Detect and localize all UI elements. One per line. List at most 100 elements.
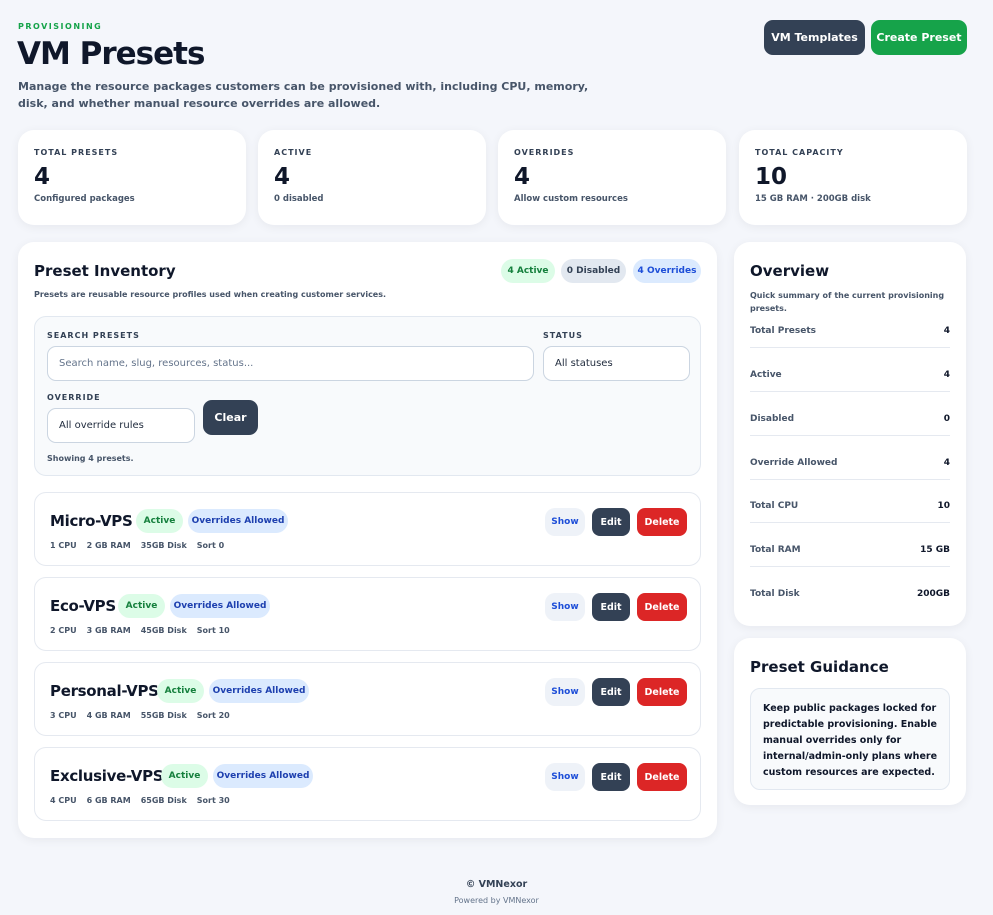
ram-spec: 6 GB RAM bbox=[86, 796, 131, 805]
override-badge: Overrides Allowed bbox=[188, 509, 288, 533]
preset-specs: 2 CPU 3 GB RAM 45GB Disk Sort 10 bbox=[50, 626, 230, 635]
sort-spec: Sort 10 bbox=[196, 626, 230, 635]
sort-spec: Sort 30 bbox=[196, 796, 230, 805]
preset-inventory-panel: Preset Inventory Presets are reusable re… bbox=[18, 242, 717, 838]
status-select[interactable]: All statuses bbox=[543, 346, 690, 381]
edit-button[interactable]: Edit bbox=[592, 593, 630, 621]
stat-value: 4 bbox=[514, 164, 531, 190]
status-badge: Active bbox=[118, 594, 165, 618]
overview-value: 15 GB bbox=[920, 545, 950, 555]
override-badge: Overrides Allowed bbox=[213, 764, 313, 788]
disk-spec: 45GB Disk bbox=[140, 626, 187, 635]
search-input[interactable]: Search name, slug, resources, status... bbox=[47, 346, 534, 381]
inventory-title: Preset Inventory bbox=[34, 262, 176, 280]
stat-sub: Configured packages bbox=[34, 194, 135, 204]
status-badge: Active bbox=[161, 764, 208, 788]
overview-row-total-ram: Total RAM 15 GB bbox=[750, 540, 950, 560]
cpu-spec: 3 CPU bbox=[50, 711, 77, 720]
stat-sub: 15 GB RAM · 200GB disk bbox=[755, 194, 871, 204]
delete-button[interactable]: Delete bbox=[637, 508, 687, 536]
overview-value: 4 bbox=[943, 370, 950, 380]
override-select[interactable]: All override rules bbox=[47, 408, 195, 443]
status-label: STATUS bbox=[543, 331, 583, 340]
overview-key: Total Disk bbox=[750, 589, 800, 599]
delete-button[interactable]: Delete bbox=[637, 763, 687, 791]
disk-spec: 55GB Disk bbox=[140, 711, 187, 720]
show-button[interactable]: Show bbox=[545, 763, 585, 791]
vm-templates-button[interactable]: VM Templates bbox=[764, 20, 865, 55]
cpu-spec: 4 CPU bbox=[50, 796, 77, 805]
stat-label: TOTAL CAPACITY bbox=[755, 148, 844, 157]
page-title: VM Presets bbox=[17, 36, 205, 72]
guidance-box: Keep public packages locked for predicta… bbox=[750, 688, 950, 790]
sort-spec: Sort 0 bbox=[196, 541, 225, 550]
clear-button[interactable]: Clear bbox=[203, 400, 258, 435]
preset-row-exclusive-vps: Exclusive-VPS Active Overrides Allowed 4… bbox=[34, 747, 701, 821]
stat-card-active: ACTIVE 4 0 disabled bbox=[258, 130, 486, 225]
guidance-title: Preset Guidance bbox=[750, 658, 889, 676]
stat-label: OVERRIDES bbox=[514, 148, 575, 157]
stat-sub: Allow custom resources bbox=[514, 194, 628, 204]
overview-divider bbox=[750, 479, 950, 480]
overview-row-total-cpu: Total CPU 10 bbox=[750, 496, 950, 516]
overview-row-override-allowed: Override Allowed 4 bbox=[750, 453, 950, 473]
overview-key: Active bbox=[750, 370, 782, 380]
overview-row-disabled: Disabled 0 bbox=[750, 409, 950, 429]
delete-button[interactable]: Delete bbox=[637, 593, 687, 621]
create-preset-button[interactable]: Create Preset bbox=[871, 20, 967, 55]
show-button[interactable]: Show bbox=[545, 508, 585, 536]
eyebrow: PROVISIONING bbox=[18, 22, 103, 31]
guidance-text: Keep public packages locked for predicta… bbox=[763, 703, 938, 778]
preset-row-personal-vps: Personal-VPS Active Overrides Allowed 3 … bbox=[34, 662, 701, 736]
overview-key: Disabled bbox=[750, 414, 795, 424]
stat-value: 4 bbox=[34, 164, 51, 190]
stat-card-total-presets: TOTAL PRESETS 4 Configured packages bbox=[18, 130, 246, 225]
ram-spec: 3 GB RAM bbox=[86, 626, 131, 635]
stat-label: ACTIVE bbox=[274, 148, 313, 157]
showing-count: Showing 4 presets. bbox=[47, 454, 134, 463]
edit-button[interactable]: Edit bbox=[592, 678, 630, 706]
cpu-spec: 1 CPU bbox=[50, 541, 77, 550]
overview-key: Total CPU bbox=[750, 501, 799, 511]
overview-divider bbox=[750, 435, 950, 436]
edit-button[interactable]: Edit bbox=[592, 763, 630, 791]
overview-value: 4 bbox=[943, 458, 950, 468]
disk-spec: 65GB Disk bbox=[140, 796, 187, 805]
delete-button[interactable]: Delete bbox=[637, 678, 687, 706]
preset-guidance-panel: Preset Guidance Keep public packages loc… bbox=[734, 638, 966, 805]
stat-value: 4 bbox=[274, 164, 291, 190]
overview-title: Overview bbox=[750, 262, 830, 280]
preset-specs: 4 CPU 6 GB RAM 65GB Disk Sort 30 bbox=[50, 796, 230, 805]
overview-value: 10 bbox=[937, 501, 950, 511]
overview-value: 4 bbox=[943, 326, 950, 336]
preset-name: Micro-VPS bbox=[50, 512, 133, 530]
preset-row-micro-vps: Micro-VPS Active Overrides Allowed 1 CPU… bbox=[34, 492, 701, 566]
override-badge: Overrides Allowed bbox=[209, 679, 309, 703]
stat-card-total-capacity: TOTAL CAPACITY 10 15 GB RAM · 200GB disk bbox=[739, 130, 967, 225]
search-label: SEARCH PRESETS bbox=[47, 331, 140, 340]
overview-key: Total RAM bbox=[750, 545, 801, 555]
preset-specs: 3 CPU 4 GB RAM 55GB Disk Sort 20 bbox=[50, 711, 230, 720]
overview-row-total-presets: Total Presets 4 bbox=[750, 321, 950, 341]
overview-divider bbox=[750, 391, 950, 392]
overview-value: 0 bbox=[943, 414, 950, 424]
cpu-spec: 2 CPU bbox=[50, 626, 77, 635]
edit-button[interactable]: Edit bbox=[592, 508, 630, 536]
stat-sub: 0 disabled bbox=[274, 194, 324, 204]
show-button[interactable]: Show bbox=[545, 593, 585, 621]
overview-row-total-disk: Total Disk 200GB bbox=[750, 584, 950, 604]
overrides-count-badge: 4 Overrides bbox=[633, 259, 701, 283]
preset-specs: 1 CPU 2 GB RAM 35GB Disk Sort 0 bbox=[50, 541, 224, 550]
overview-key: Total Presets bbox=[750, 326, 816, 336]
overview-subtitle: Quick summary of the current provisionin… bbox=[750, 291, 945, 313]
show-button[interactable]: Show bbox=[545, 678, 585, 706]
override-badge: Overrides Allowed bbox=[170, 594, 270, 618]
preset-name: Exclusive-VPS bbox=[50, 767, 164, 785]
stat-value: 10 bbox=[755, 164, 788, 190]
status-badge: Active bbox=[157, 679, 204, 703]
disabled-count-badge: 0 Disabled bbox=[561, 259, 626, 283]
overview-divider bbox=[750, 522, 950, 523]
stat-card-overrides: OVERRIDES 4 Allow custom resources bbox=[498, 130, 726, 225]
preset-name: Personal-VPS bbox=[50, 682, 159, 700]
overview-panel: Overview Quick summary of the current pr… bbox=[734, 242, 966, 626]
